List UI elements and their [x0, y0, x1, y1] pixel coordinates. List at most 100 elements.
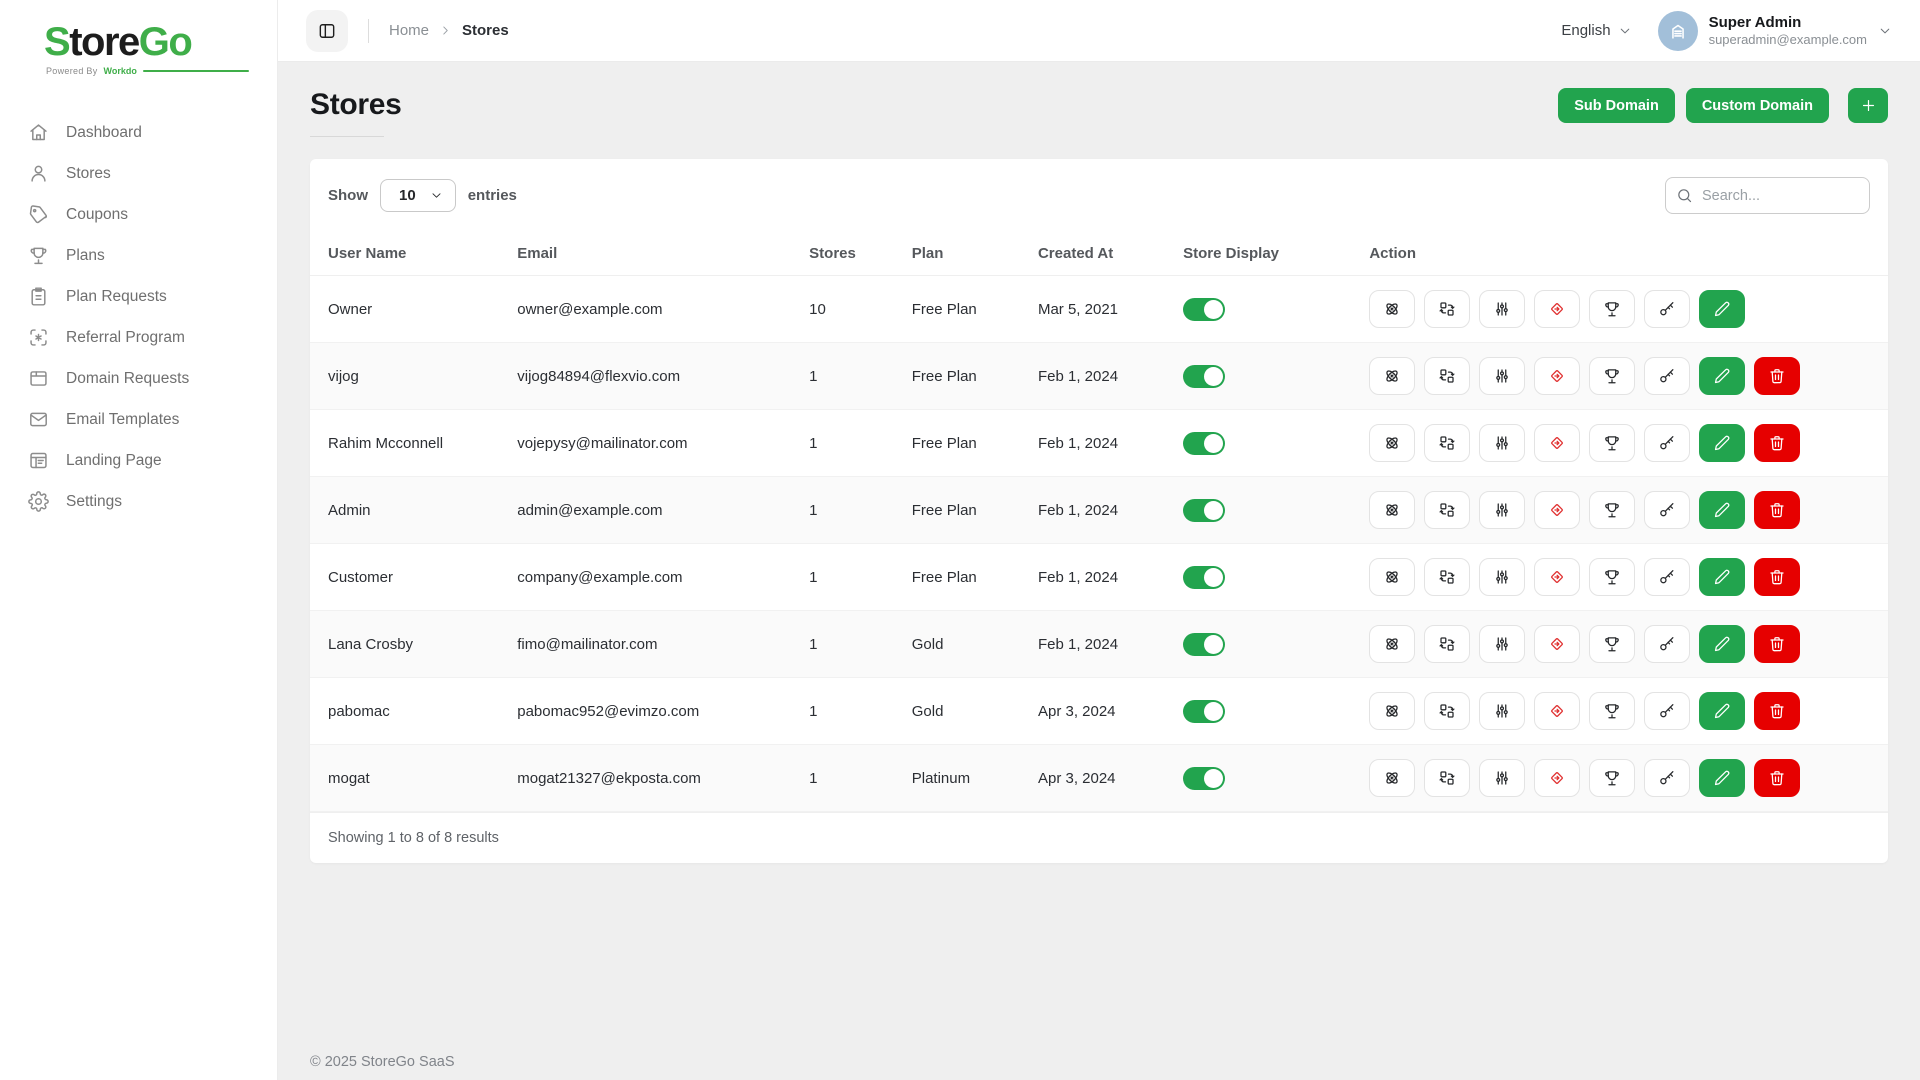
delete-button[interactable] — [1754, 357, 1800, 395]
upgrade-plan-button[interactable] — [1589, 290, 1635, 328]
login-as-store-button[interactable] — [1534, 625, 1580, 663]
chevron-down-icon — [1618, 24, 1632, 38]
sidebar-item-email-templates[interactable]: Email Templates — [0, 399, 277, 440]
add-store-button[interactable] — [1848, 88, 1888, 123]
store-display-toggle[interactable] — [1183, 365, 1225, 388]
search-input[interactable] — [1665, 177, 1870, 214]
store-settings-button[interactable] — [1479, 558, 1525, 596]
upgrade-plan-button[interactable] — [1589, 759, 1635, 797]
store-analytics-button[interactable] — [1369, 558, 1415, 596]
cell-plan: Free Plan — [902, 544, 1028, 611]
delete-button[interactable] — [1754, 759, 1800, 797]
sub-domain-button[interactable]: Sub Domain — [1558, 88, 1675, 123]
store-settings-button[interactable] — [1479, 290, 1525, 328]
page-size-select[interactable]: 10 — [380, 179, 456, 212]
cell-created-at: Apr 3, 2024 — [1028, 678, 1173, 745]
sidebar-item-settings[interactable]: Settings — [0, 481, 277, 522]
edit-button[interactable] — [1699, 558, 1745, 596]
store-display-toggle[interactable] — [1183, 566, 1225, 589]
breadcrumb-home[interactable]: Home — [389, 22, 429, 39]
reset-password-button[interactable] — [1644, 491, 1690, 529]
edit-button[interactable] — [1699, 491, 1745, 529]
delete-button[interactable] — [1754, 558, 1800, 596]
login-as-store-button[interactable] — [1534, 357, 1580, 395]
pencil-icon — [1713, 702, 1731, 720]
store-analytics-button[interactable] — [1369, 759, 1415, 797]
sidebar-item-dashboard[interactable]: Dashboard — [0, 112, 277, 153]
sidebar-item-plans[interactable]: Plans — [0, 235, 277, 276]
upgrade-plan-button[interactable] — [1589, 625, 1635, 663]
store-display-toggle[interactable] — [1183, 633, 1225, 656]
delete-button[interactable] — [1754, 692, 1800, 730]
login-as-store-button[interactable] — [1534, 491, 1580, 529]
edit-button[interactable] — [1699, 290, 1745, 328]
reset-password-button[interactable] — [1644, 625, 1690, 663]
reset-password-button[interactable] — [1644, 692, 1690, 730]
edit-button[interactable] — [1699, 692, 1745, 730]
reset-password-button[interactable] — [1644, 290, 1690, 328]
store-display-toggle[interactable] — [1183, 499, 1225, 522]
change-plan-button[interactable] — [1424, 357, 1470, 395]
store-settings-button[interactable] — [1479, 357, 1525, 395]
delete-button[interactable] — [1754, 625, 1800, 663]
store-display-toggle[interactable] — [1183, 432, 1225, 455]
store-settings-button[interactable] — [1479, 625, 1525, 663]
user-menu[interactable]: Super Admin superadmin@example.com — [1658, 11, 1892, 51]
delete-button[interactable] — [1754, 491, 1800, 529]
edit-button[interactable] — [1699, 424, 1745, 462]
store-settings-button[interactable] — [1479, 491, 1525, 529]
cell-user-name: pabomac — [310, 678, 507, 745]
edit-button[interactable] — [1699, 759, 1745, 797]
edit-button[interactable] — [1699, 625, 1745, 663]
toggle-knob — [1204, 769, 1223, 788]
edit-button[interactable] — [1699, 357, 1745, 395]
change-plan-button[interactable] — [1424, 558, 1470, 596]
login-as-store-button[interactable] — [1534, 558, 1580, 596]
change-plan-button[interactable] — [1424, 759, 1470, 797]
store-analytics-button[interactable] — [1369, 625, 1415, 663]
upgrade-plan-button[interactable] — [1589, 692, 1635, 730]
delete-button[interactable] — [1754, 424, 1800, 462]
store-display-toggle[interactable] — [1183, 298, 1225, 321]
reset-password-button[interactable] — [1644, 759, 1690, 797]
sidebar-item-domain-requests[interactable]: Domain Requests — [0, 358, 277, 399]
language-selector[interactable]: English — [1561, 22, 1631, 39]
change-plan-button[interactable] — [1424, 290, 1470, 328]
stores-table: User NameEmailStoresPlanCreated AtStore … — [310, 232, 1888, 812]
login-as-store-button[interactable] — [1534, 424, 1580, 462]
change-plan-button[interactable] — [1424, 692, 1470, 730]
store-analytics-button[interactable] — [1369, 357, 1415, 395]
upgrade-plan-button[interactable] — [1589, 357, 1635, 395]
change-plan-button[interactable] — [1424, 625, 1470, 663]
reset-password-button[interactable] — [1644, 558, 1690, 596]
store-settings-button[interactable] — [1479, 759, 1525, 797]
store-analytics-button[interactable] — [1369, 424, 1415, 462]
change-plan-button[interactable] — [1424, 491, 1470, 529]
store-analytics-button[interactable] — [1369, 290, 1415, 328]
store-display-toggle[interactable] — [1183, 767, 1225, 790]
login-as-store-button[interactable] — [1534, 759, 1580, 797]
sidebar-item-coupons[interactable]: Coupons — [0, 194, 277, 235]
reset-password-button[interactable] — [1644, 357, 1690, 395]
store-settings-button[interactable] — [1479, 424, 1525, 462]
sidebar-item-referral-program[interactable]: Referral Program — [0, 317, 277, 358]
change-plan-button[interactable] — [1424, 424, 1470, 462]
login-as-store-button[interactable] — [1534, 290, 1580, 328]
upgrade-plan-button[interactable] — [1589, 558, 1635, 596]
reset-password-button[interactable] — [1644, 424, 1690, 462]
cell-user-name: Owner — [310, 276, 507, 343]
user-email: superadmin@example.com — [1709, 32, 1867, 48]
custom-domain-button[interactable]: Custom Domain — [1686, 88, 1829, 123]
sliders-icon — [1493, 434, 1511, 452]
upgrade-plan-button[interactable] — [1589, 424, 1635, 462]
sidebar-item-landing-page[interactable]: Landing Page — [0, 440, 277, 481]
store-analytics-button[interactable] — [1369, 491, 1415, 529]
upgrade-plan-button[interactable] — [1589, 491, 1635, 529]
sidebar-item-plan-requests[interactable]: Plan Requests — [0, 276, 277, 317]
sidebar-toggle-button[interactable] — [306, 10, 348, 52]
store-analytics-button[interactable] — [1369, 692, 1415, 730]
sidebar-item-stores[interactable]: Stores — [0, 153, 277, 194]
login-as-store-button[interactable] — [1534, 692, 1580, 730]
store-settings-button[interactable] — [1479, 692, 1525, 730]
store-display-toggle[interactable] — [1183, 700, 1225, 723]
